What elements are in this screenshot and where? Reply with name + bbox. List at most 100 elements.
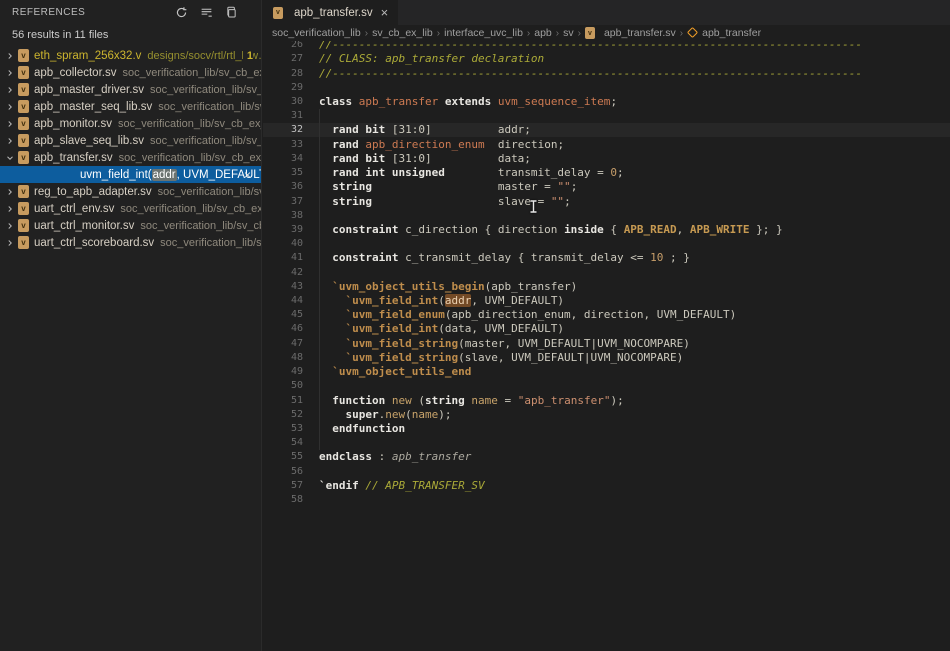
code-line[interactable]: 52 super.new(name); bbox=[263, 407, 950, 421]
code-line-text: super.new(name); bbox=[319, 408, 452, 421]
file-result-row[interactable]: vapb_slave_seq_lib.svsoc_verification_li… bbox=[0, 132, 261, 149]
breadcrumb-label: sv_cb_ex_lib bbox=[372, 27, 433, 39]
breadcrumb-item[interactable]: vapb_transfer.sv bbox=[585, 27, 676, 39]
breadcrumb: soc_verification_lib›sv_cb_ex_lib›interf… bbox=[263, 25, 950, 41]
chevron-right-icon[interactable] bbox=[2, 221, 18, 231]
chevron-right-icon[interactable] bbox=[2, 204, 18, 214]
references-panel: REFERENCES 56 results in 11 files veth_s… bbox=[0, 0, 262, 651]
copy-icon[interactable] bbox=[223, 4, 239, 20]
file-path: soc_verification_lib/sv_cb_ex_li… bbox=[120, 203, 261, 215]
code-line[interactable]: 35 rand int unsigned transmit_delay = 0; bbox=[263, 165, 950, 179]
breadcrumb-label: apb_transfer.sv bbox=[604, 27, 676, 39]
systemverilog-file-icon: v bbox=[18, 66, 29, 79]
chevron-down-icon[interactable] bbox=[2, 153, 18, 163]
code-line[interactable]: 37 string slave = ""; bbox=[263, 194, 950, 208]
file-result-row[interactable]: vuart_ctrl_env.svsoc_verification_lib/sv… bbox=[0, 200, 261, 217]
code-line[interactable]: 36 string master = ""; bbox=[263, 180, 950, 194]
match-highlight: addr bbox=[152, 169, 177, 181]
file-result-row[interactable]: vreg_to_apb_adapter.svsoc_verification_l… bbox=[0, 183, 261, 200]
breadcrumb-item[interactable]: soc_verification_lib bbox=[272, 27, 361, 39]
file-result-row[interactable]: vapb_collector.svsoc_verification_lib/sv… bbox=[0, 64, 261, 81]
file-result-row[interactable]: vuart_ctrl_scoreboard.svsoc_verification… bbox=[0, 234, 261, 251]
code-line[interactable]: 32 rand bit [31:0] addr; bbox=[263, 123, 950, 137]
file-result-row[interactable]: vapb_monitor.svsoc_verification_lib/sv_c… bbox=[0, 115, 261, 132]
refresh-icon[interactable] bbox=[173, 4, 189, 20]
file-result-row[interactable]: vapb_transfer.svsoc_verification_lib/sv_… bbox=[0, 149, 261, 166]
code-line[interactable]: 46 `uvm_field_int(data, UVM_DEFAULT) bbox=[263, 322, 950, 336]
code-lines: 26//------------------------------------… bbox=[263, 41, 950, 507]
collapse-all-icon[interactable] bbox=[198, 4, 214, 20]
file-result-row[interactable]: veth_spram_256x32.vdesigns/socv/rtl/rtl_… bbox=[0, 47, 261, 64]
code-line[interactable]: 33 rand apb_direction_enum direction; bbox=[263, 137, 950, 151]
code-line[interactable]: 30class apb_transfer extends uvm_sequenc… bbox=[263, 94, 950, 108]
breadcrumb-separator: › bbox=[437, 28, 440, 39]
code-line[interactable]: 26//------------------------------------… bbox=[263, 41, 950, 52]
breadcrumb-item[interactable]: sv_cb_ex_lib bbox=[372, 27, 433, 39]
code-line[interactable]: 31 bbox=[263, 109, 950, 123]
file-name: uart_ctrl_monitor.sv bbox=[34, 220, 134, 232]
breadcrumb-item[interactable]: apb bbox=[534, 27, 552, 39]
code-line[interactable]: 43 `uvm_object_utils_begin(apb_transfer) bbox=[263, 279, 950, 293]
code-line[interactable]: 41 constraint c_transmit_delay { transmi… bbox=[263, 251, 950, 265]
code-line[interactable]: 39 constraint c_direction { direction in… bbox=[263, 222, 950, 236]
code-line[interactable]: 54 bbox=[263, 436, 950, 450]
chevron-right-icon[interactable] bbox=[2, 51, 18, 61]
line-number: 39 bbox=[263, 224, 303, 235]
chevron-right-icon[interactable] bbox=[2, 136, 18, 146]
breadcrumb-item[interactable]: apb_transfer bbox=[687, 27, 761, 40]
code-line[interactable]: 45 `uvm_field_enum(apb_direction_enum, d… bbox=[263, 308, 950, 322]
breadcrumb-item[interactable]: interface_uvc_lib bbox=[444, 27, 523, 39]
code-line[interactable]: 49 `uvm_object_utils_end bbox=[263, 365, 950, 379]
file-result-row[interactable]: vuart_ctrl_monitor.svsoc_verification_li… bbox=[0, 217, 261, 234]
systemverilog-file-icon: v bbox=[18, 49, 29, 62]
file-result-row[interactable]: vapb_master_driver.svsoc_verification_li… bbox=[0, 81, 261, 98]
code-line[interactable]: 57`endif // APB_TRANSFER_SV bbox=[263, 478, 950, 492]
code-line[interactable]: 27// CLASS: apb_transfer declaration bbox=[263, 52, 950, 66]
code-line-text: `uvm_field_int(addr, UVM_DEFAULT) bbox=[319, 294, 564, 307]
code-line[interactable]: 29 bbox=[263, 80, 950, 94]
line-number: 41 bbox=[263, 252, 303, 263]
code-line[interactable]: 34 rand bit [31:0] data; bbox=[263, 151, 950, 165]
code-line[interactable]: 58 bbox=[263, 493, 950, 507]
code-line[interactable]: 53 endfunction bbox=[263, 421, 950, 435]
code-line-text: function new (string name = "apb_transfe… bbox=[319, 394, 624, 407]
code-line[interactable]: 48 `uvm_field_string(slave, UVM_DEFAULT|… bbox=[263, 350, 950, 364]
code-line-text: constraint c_transmit_delay { transmit_d… bbox=[319, 251, 690, 264]
chevron-right-icon[interactable] bbox=[2, 238, 18, 248]
code-line[interactable]: 51 function new (string name = "apb_tran… bbox=[263, 393, 950, 407]
systemverilog-file-icon: v bbox=[18, 236, 29, 249]
chevron-right-icon[interactable] bbox=[2, 68, 18, 78]
word-highlight: addr bbox=[445, 294, 472, 307]
code-line[interactable]: 28//------------------------------------… bbox=[263, 66, 950, 80]
dismiss-reference-icon[interactable]: × bbox=[244, 169, 251, 181]
code-line[interactable]: 40 bbox=[263, 237, 950, 251]
chevron-right-icon[interactable] bbox=[2, 119, 18, 129]
code-line[interactable]: 44 `uvm_field_int(addr, UVM_DEFAULT) bbox=[263, 293, 950, 307]
code-line[interactable]: 50 bbox=[263, 379, 950, 393]
tab-apb-transfer[interactable]: v apb_transfer.sv × bbox=[263, 0, 398, 25]
code-line-text: //--------------------------------------… bbox=[319, 41, 862, 51]
code-line[interactable]: 56 bbox=[263, 464, 950, 478]
tab-close-icon[interactable]: × bbox=[381, 6, 389, 19]
code-line[interactable]: 42 bbox=[263, 265, 950, 279]
systemverilog-file-icon: v bbox=[18, 134, 29, 147]
line-number: 55 bbox=[263, 451, 303, 462]
results-summary: 56 results in 11 files bbox=[0, 24, 261, 47]
breadcrumb-item[interactable]: sv bbox=[563, 27, 574, 39]
line-number: 49 bbox=[263, 366, 303, 377]
code-line-text: rand int unsigned transmit_delay = 0; bbox=[319, 166, 624, 179]
code-line[interactable]: 47 `uvm_field_string(master, UVM_DEFAULT… bbox=[263, 336, 950, 350]
file-path: soc_verification_lib/sv_cb_ex_l… bbox=[122, 67, 261, 79]
file-path: soc_verification_lib/sv_cb_ex_li… bbox=[118, 118, 261, 130]
code-line-text: rand apb_direction_enum direction; bbox=[319, 138, 564, 151]
reference-result-row[interactable]: uvm_field_int(addr, UVM_DEFAULT)× bbox=[0, 166, 261, 183]
indent-guide bbox=[319, 109, 320, 451]
file-result-row[interactable]: vapb_master_seq_lib.svsoc_verification_l… bbox=[0, 98, 261, 115]
code-line[interactable]: 55 endclass : apb_transfer bbox=[263, 450, 950, 464]
code-line-text: endclass : apb_transfer bbox=[319, 450, 471, 463]
chevron-right-icon[interactable] bbox=[2, 102, 18, 112]
chevron-right-icon[interactable] bbox=[2, 187, 18, 197]
code-line[interactable]: 38 bbox=[263, 208, 950, 222]
chevron-right-icon[interactable] bbox=[2, 85, 18, 95]
file-name: reg_to_apb_adapter.sv bbox=[34, 186, 152, 198]
